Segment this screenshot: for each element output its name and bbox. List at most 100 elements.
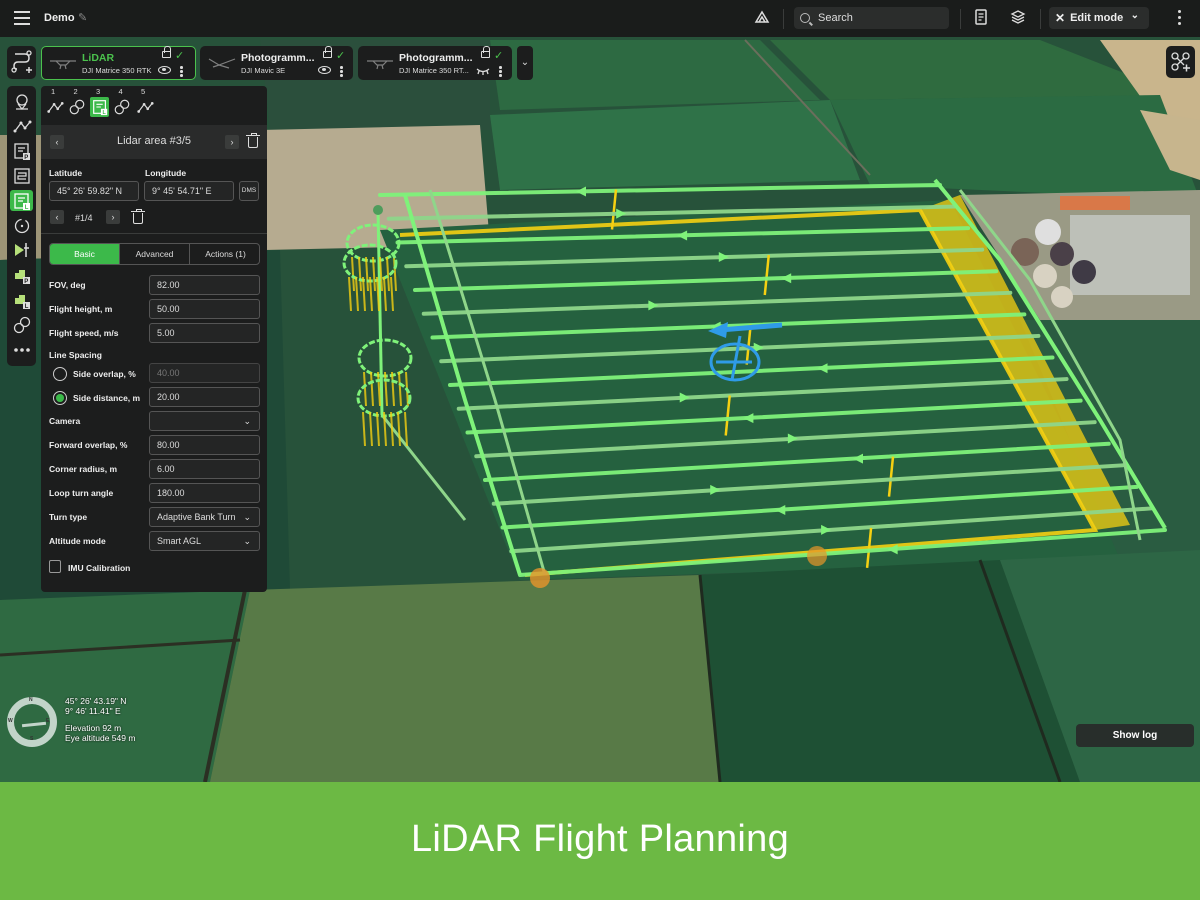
svg-text:L: L xyxy=(24,304,28,310)
mission-item-tab-1[interactable] xyxy=(45,97,64,117)
expand-drones-chevron-icon[interactable]: ⌄ xyxy=(517,46,533,80)
project-title[interactable]: Demo xyxy=(44,12,75,24)
vertex-marker xyxy=(807,546,827,566)
field xyxy=(490,40,820,110)
more-options-icon[interactable] xyxy=(1175,10,1183,28)
side-distance-input[interactable]: 20.00 xyxy=(149,387,260,407)
search-input[interactable]: Search xyxy=(794,7,949,29)
mission-item-tab-3[interactable]: L xyxy=(90,97,109,117)
fov-label: FOV, deg xyxy=(49,280,86,290)
latitude-input[interactable]: 45° 26' 59.82" N xyxy=(49,181,139,201)
unlock-icon[interactable] xyxy=(162,46,171,58)
longitude-label: Longitude xyxy=(145,168,187,178)
sidebar-item-corridor-lidar[interactable]: L xyxy=(10,289,33,310)
sidebar-item-photogrammetry-area[interactable]: P xyxy=(10,141,33,162)
forward-overlap-input[interactable]: 80.00 xyxy=(149,435,260,455)
sidebar-item-more[interactable] xyxy=(10,339,33,360)
sidebar-item-multi-orbit[interactable] xyxy=(10,314,33,335)
caption-banner: LiDAR Flight Planning xyxy=(0,782,1200,900)
mission-item-tab-2[interactable] xyxy=(68,97,87,117)
takeoff-point xyxy=(373,205,383,215)
tab-basic[interactable]: Basic xyxy=(50,244,120,264)
compass-west: W xyxy=(8,718,13,724)
sidebar-item-corridor-photogrammetry[interactable]: P xyxy=(10,265,33,286)
mission-type-sidebar: P L P L xyxy=(7,86,36,366)
photogrammetry-area-icon: P xyxy=(13,143,30,161)
flight-height-label: Flight height, m xyxy=(49,304,113,314)
drone-card-lidar[interactable]: LiDAR DJI Matrice 350 RTK ✓ xyxy=(41,46,196,80)
mission-item-tab-5[interactable] xyxy=(135,97,154,117)
corner-radius-input[interactable]: 6.00 xyxy=(149,459,260,479)
route-plus-icon xyxy=(11,50,32,73)
delete-area-trash-icon[interactable] xyxy=(246,133,260,148)
add-drone-button[interactable] xyxy=(1166,46,1195,78)
document-report-icon[interactable] xyxy=(971,9,991,29)
drone-name: Photogramm... xyxy=(399,52,473,64)
sidebar-item-lidar-area[interactable]: L xyxy=(10,190,33,212)
svg-text:L: L xyxy=(24,205,28,211)
next-area-chevron-right-icon[interactable]: › xyxy=(225,135,239,149)
settings-tabs: Basic Advanced Actions (1) xyxy=(49,243,260,265)
corridor-photogrammetry-icon: P xyxy=(14,270,30,285)
chevron-down-icon: ⌄ xyxy=(243,512,251,522)
area-editor-panel: 1 2 3 L 4 5 ‹ Lidar area #3/5 › Latitude Long… xyxy=(41,86,267,592)
tab-advanced[interactable]: Advanced xyxy=(120,244,190,264)
loop-turn-angle-label: Loop turn angle xyxy=(49,488,114,498)
drone-card-photogrammetry-1[interactable]: Photogramm... DJI Mavic 3E ✓ xyxy=(200,46,353,80)
tab-actions[interactable]: Actions (1) xyxy=(190,244,259,264)
mission-item-tab-4[interactable] xyxy=(113,97,132,117)
longitude-input[interactable]: 9° 45' 54.71" E xyxy=(144,181,234,201)
drone-thumbnail xyxy=(367,60,393,70)
unlock-icon[interactable] xyxy=(481,46,490,58)
flight-speed-input[interactable]: 5.00 xyxy=(149,323,260,343)
vertex-index: #1/4 xyxy=(75,213,93,223)
polyline-route-icon xyxy=(136,102,154,113)
turn-type-select[interactable]: Adaptive Bank Turn ⌄ xyxy=(149,507,260,527)
compass-east: E xyxy=(46,718,50,724)
eye-icon[interactable] xyxy=(158,66,171,74)
landing-marker xyxy=(530,568,550,588)
edit-title-pencil-icon[interactable]: ✎ xyxy=(78,11,87,24)
fov-input[interactable]: 82.00 xyxy=(149,275,260,295)
edit-mode-dropdown[interactable]: ✕ Edit mode ⌄ xyxy=(1049,7,1149,29)
sidebar-item-orbit[interactable] xyxy=(10,215,33,236)
mission-item-number: 5 xyxy=(141,87,146,96)
side-overlap-input[interactable]: 40.00 xyxy=(149,363,260,383)
facade-scan-icon xyxy=(14,243,29,258)
terrain-mountain-icon[interactable] xyxy=(752,9,772,29)
next-vertex-chevron-right-icon[interactable]: › xyxy=(106,210,120,224)
coord-format-button[interactable]: DMS xyxy=(239,181,259,201)
sidebar-item-waypoint-marker[interactable] xyxy=(10,91,33,112)
side-overlap-radio[interactable] xyxy=(53,367,67,381)
delete-vertex-trash-icon[interactable] xyxy=(131,209,145,224)
lidar-area-icon: L xyxy=(13,193,30,211)
eye-closed-icon[interactable] xyxy=(476,66,490,75)
imu-calibration-checkbox[interactable] xyxy=(49,560,61,573)
sidebar-item-area-grid[interactable] xyxy=(10,165,33,186)
show-log-button[interactable]: Show log xyxy=(1076,724,1194,747)
chevron-down-icon: ⌄ xyxy=(243,416,251,426)
corner-radius-label: Corner radius, m xyxy=(49,464,118,474)
corridor-lidar-icon: L xyxy=(14,294,30,310)
drone-menu-icon[interactable] xyxy=(340,66,343,78)
hamburger-menu-icon[interactable] xyxy=(14,11,30,25)
camera-select[interactable]: ⌄ xyxy=(149,411,260,431)
flight-height-input[interactable]: 50.00 xyxy=(149,299,260,319)
checkmark-icon: ✓ xyxy=(336,50,346,62)
eye-icon[interactable] xyxy=(318,66,331,74)
altitude-mode-select[interactable]: Smart AGL ⌄ xyxy=(149,531,260,551)
drone-card-photogrammetry-2[interactable]: Photogramm... DJI Matrice 350 RT... ✓ xyxy=(358,46,512,80)
add-route-button[interactable] xyxy=(7,46,36,79)
banner-title: LiDAR Flight Planning xyxy=(410,818,790,860)
side-distance-radio[interactable] xyxy=(53,391,67,405)
prev-vertex-chevron-left-icon[interactable]: ‹ xyxy=(50,210,64,224)
sidebar-item-polyline-route[interactable] xyxy=(10,116,33,137)
layers-icon[interactable] xyxy=(1008,9,1028,29)
compass-widget[interactable]: N E S W xyxy=(7,697,57,747)
forward-overlap-label: Forward overlap, % xyxy=(49,440,128,450)
sidebar-item-facade-scan[interactable] xyxy=(10,240,33,261)
loop-turn-angle-input[interactable]: 180.00 xyxy=(149,483,260,503)
unlock-icon[interactable] xyxy=(323,46,332,58)
drone-menu-icon[interactable] xyxy=(180,66,183,78)
drone-menu-icon[interactable] xyxy=(499,66,502,78)
